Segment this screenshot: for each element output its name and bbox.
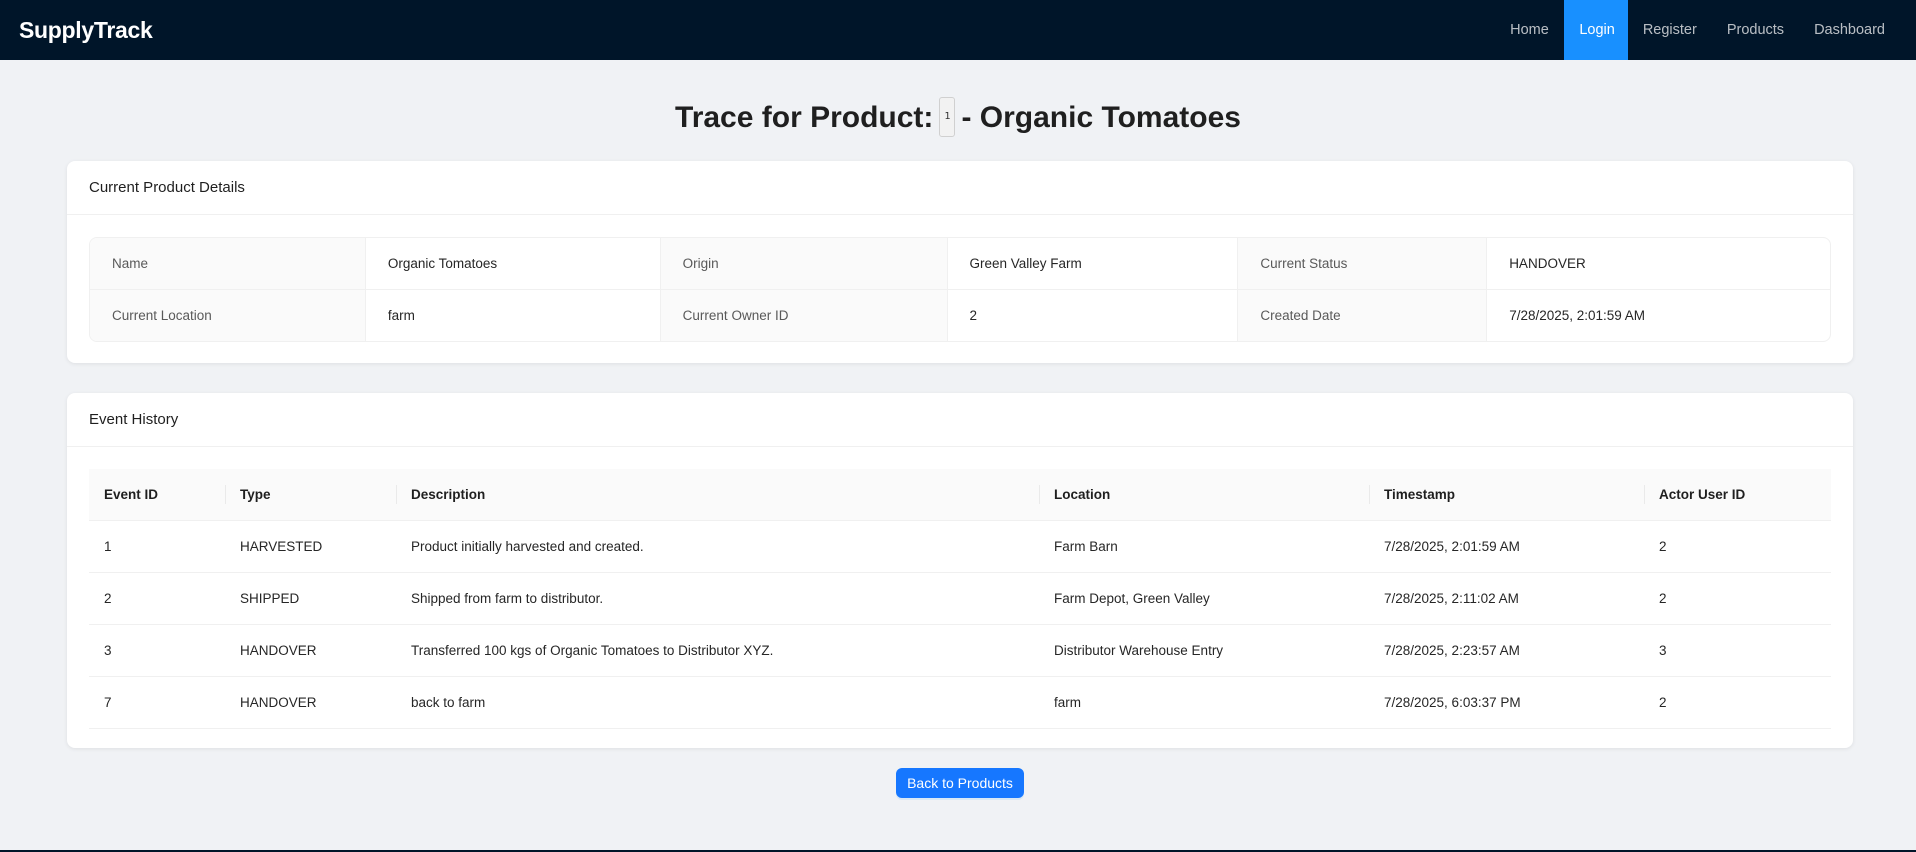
detail-value-name: Organic Tomatoes [366, 238, 661, 289]
event-history-card: Event History Event ID Type Description … [67, 393, 1853, 748]
detail-label-name: Name [90, 238, 366, 289]
cell-description: Transferred 100 kgs of Organic Tomatoes … [396, 624, 1039, 677]
cell-type: HARVESTED [225, 520, 396, 573]
column-header: Location [1039, 469, 1369, 521]
event-history-table: Event ID Type Description Location Times… [89, 469, 1831, 729]
main-nav: Home Login Register Products Dashboard [1495, 0, 1900, 60]
cell-type: HANDOVER [225, 676, 396, 729]
cell-actor-id: 2 [1644, 676, 1831, 729]
table-header-row: Event ID Type Description Location Times… [89, 469, 1831, 521]
page-title: Trace for Product: 1- Organic Tomatoes [0, 97, 1916, 139]
nav-home[interactable]: Home [1495, 0, 1564, 60]
table-row: 1 HARVESTED Product initially harvested … [89, 520, 1831, 573]
column-header: Description [396, 469, 1039, 521]
cell-event-id: 1 [89, 520, 225, 573]
detail-value-created: 7/28/2025, 2:01:59 AM [1509, 308, 1646, 323]
detail-value-origin: Green Valley Farm [948, 238, 1239, 289]
product-details-heading: Current Product Details [67, 161, 1853, 215]
cell-timestamp: 7/28/2025, 6:03:37 PM [1369, 676, 1644, 729]
table-row: 3 HANDOVER Transferred 100 kgs of Organi… [89, 624, 1831, 677]
cell-description: Product initially harvested and created. [396, 520, 1039, 573]
cell-actor-id: 2 [1644, 572, 1831, 625]
cell-description: back to farm [396, 676, 1039, 729]
detail-label-location: Current Location [90, 290, 366, 341]
cell-location: Farm Barn [1039, 520, 1369, 573]
detail-label-origin: Origin [660, 238, 948, 289]
cell-timestamp: 7/28/2025, 2:11:02 AM [1369, 572, 1644, 625]
title-prefix: Trace for Product: [675, 100, 934, 134]
cell-event-id: 2 [89, 572, 225, 625]
nav-login[interactable]: Login [1563, 0, 1628, 60]
column-header: Type [225, 469, 396, 521]
product-id-badge: 1 [939, 97, 956, 137]
detail-value-location: farm [366, 290, 661, 341]
cell-location: Distributor Warehouse Entry [1039, 624, 1369, 677]
cell-actor-id: 2 [1644, 520, 1831, 573]
title-suffix: - Organic Tomatoes [961, 100, 1241, 134]
product-details-grid: Name Organic Tomatoes Origin Green Valle… [89, 237, 1831, 342]
table-row: 7 HANDOVER back to farm farm 7/28/2025, … [89, 676, 1831, 729]
table-row: 2 SHIPPED Shipped from farm to distribut… [89, 572, 1831, 625]
top-navbar: SupplyTrack Home Login Register Products… [0, 0, 1916, 60]
cell-event-id: 7 [89, 676, 225, 729]
cell-timestamp: 7/28/2025, 2:23:57 AM [1369, 624, 1644, 677]
cell-location: Farm Depot, Green Valley [1039, 572, 1369, 625]
details-row: Current Location farm Current Owner ID 2… [90, 289, 1830, 341]
details-row: Name Organic Tomatoes Origin Green Valle… [90, 238, 1830, 289]
detail-label-owner: Current Owner ID [660, 290, 948, 341]
detail-label-created: Created Date [1238, 290, 1488, 341]
product-details-card: Current Product Details Name Organic Tom… [67, 161, 1853, 363]
column-header: Event ID [89, 469, 225, 521]
detail-value-owner: 2 [948, 290, 1239, 341]
nav-dashboard[interactable]: Dashboard [1799, 0, 1900, 60]
cell-type: SHIPPED [225, 572, 396, 625]
back-to-products-button[interactable]: Back to Products [896, 768, 1024, 798]
cell-event-id: 3 [89, 624, 225, 677]
cell-location: farm [1039, 676, 1369, 729]
column-header: Timestamp [1369, 469, 1644, 521]
cell-description: Shipped from farm to distributor. [396, 572, 1039, 625]
detail-label-status: Current Status [1238, 238, 1488, 289]
nav-register[interactable]: Register [1628, 0, 1712, 60]
nav-products[interactable]: Products [1712, 0, 1799, 60]
event-history-heading: Event History [67, 393, 1853, 447]
detail-value-status: HANDOVER [1509, 256, 1586, 271]
cell-type: HANDOVER [225, 624, 396, 677]
column-header: Actor User ID [1644, 469, 1831, 521]
brand-logo[interactable]: SupplyTrack [19, 17, 153, 44]
cell-timestamp: 7/28/2025, 2:01:59 AM [1369, 520, 1644, 573]
cell-actor-id: 3 [1644, 624, 1831, 677]
